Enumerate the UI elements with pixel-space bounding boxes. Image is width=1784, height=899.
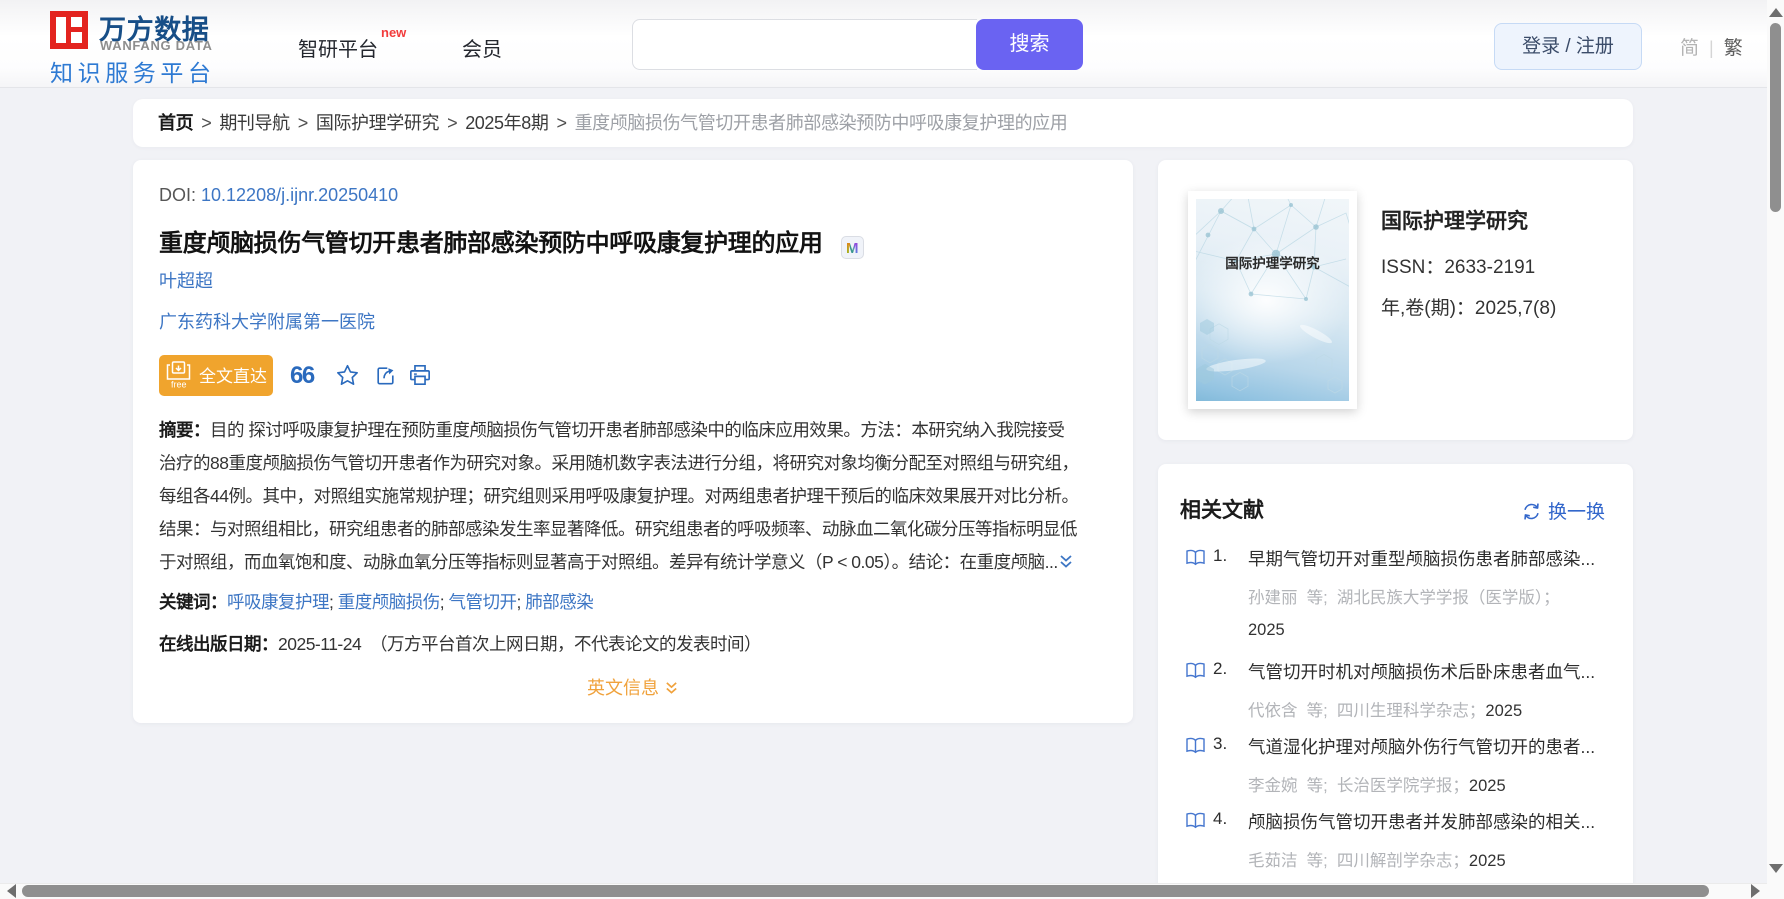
svg-text:free: free [171,380,187,390]
